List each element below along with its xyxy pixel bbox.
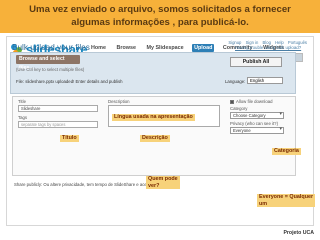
- bulk-upload-help-link[interactable]: Having trouble using bulk upload?: [235, 45, 301, 50]
- share-publicly-note: Share publicly: Ou altere privacidade, t…: [14, 182, 168, 187]
- callout-everyone-line1: Everyone = Qualquer: [259, 194, 314, 200]
- slide-title-line1: Uma vez enviado o arquivo, somos solicit…: [29, 4, 291, 15]
- multi-select-hint: (Use Ctrl key to select multiple files): [16, 67, 85, 72]
- callout-everyone: Everyone = Qualquer um: [257, 194, 316, 207]
- slide-title-banner: Uma vez enviado o arquivo, somos solicit…: [0, 0, 320, 33]
- callout-quem-line1: Quem pode: [148, 176, 178, 182]
- slide: Uma vez enviado o arquivo, somos solicit…: [0, 0, 320, 240]
- category-select[interactable]: Choose Category: [230, 112, 284, 119]
- tags-input[interactable]: separate tags by spaces: [18, 121, 98, 128]
- title-input[interactable]: Slideshare: [18, 105, 98, 112]
- nav-browse[interactable]: Browse: [114, 44, 137, 52]
- file-status: File: slideshare.pptx uploaded! Enter de…: [16, 79, 123, 84]
- callout-quem-line2: ver?: [148, 182, 160, 189]
- language-label: Language:: [225, 79, 246, 84]
- callout-everyone-line2: um: [259, 200, 268, 207]
- page-heading: Bulk upload your files: [12, 43, 90, 52]
- allow-download-checkbox[interactable]: [230, 100, 234, 104]
- title-label: Title: [18, 99, 26, 104]
- callout-quem-pode-ver: Quem pode ver?: [146, 176, 180, 189]
- privacy-select[interactable]: Everyone: [230, 127, 284, 134]
- category-label: Category: [230, 106, 248, 111]
- publish-all-button[interactable]: Publish All: [230, 57, 282, 67]
- nav-my-slidespace[interactable]: My Slidespace: [144, 44, 185, 52]
- nav-upload[interactable]: Upload: [192, 44, 215, 52]
- tags-label: Tags: [18, 115, 28, 120]
- slide-title-line2: algumas informações , para publicá-lo.: [71, 17, 249, 28]
- slide-credit: Projeto UCA: [283, 230, 314, 236]
- callout-descricao: Descrição: [140, 135, 170, 142]
- allow-download-label: Allow file download: [236, 99, 273, 104]
- callout-lingua: Língua usada na apresentação: [112, 114, 195, 121]
- description-label: Description: [108, 99, 130, 104]
- language-select[interactable]: English: [247, 77, 283, 84]
- callout-titulo: Título: [60, 135, 79, 142]
- privacy-label: Privacy (who can see it?): [230, 121, 279, 126]
- callout-categoria: Categoria: [272, 148, 301, 155]
- nav-home[interactable]: Home: [89, 44, 108, 52]
- browse-files-button[interactable]: Browse and select files...: [16, 55, 80, 71]
